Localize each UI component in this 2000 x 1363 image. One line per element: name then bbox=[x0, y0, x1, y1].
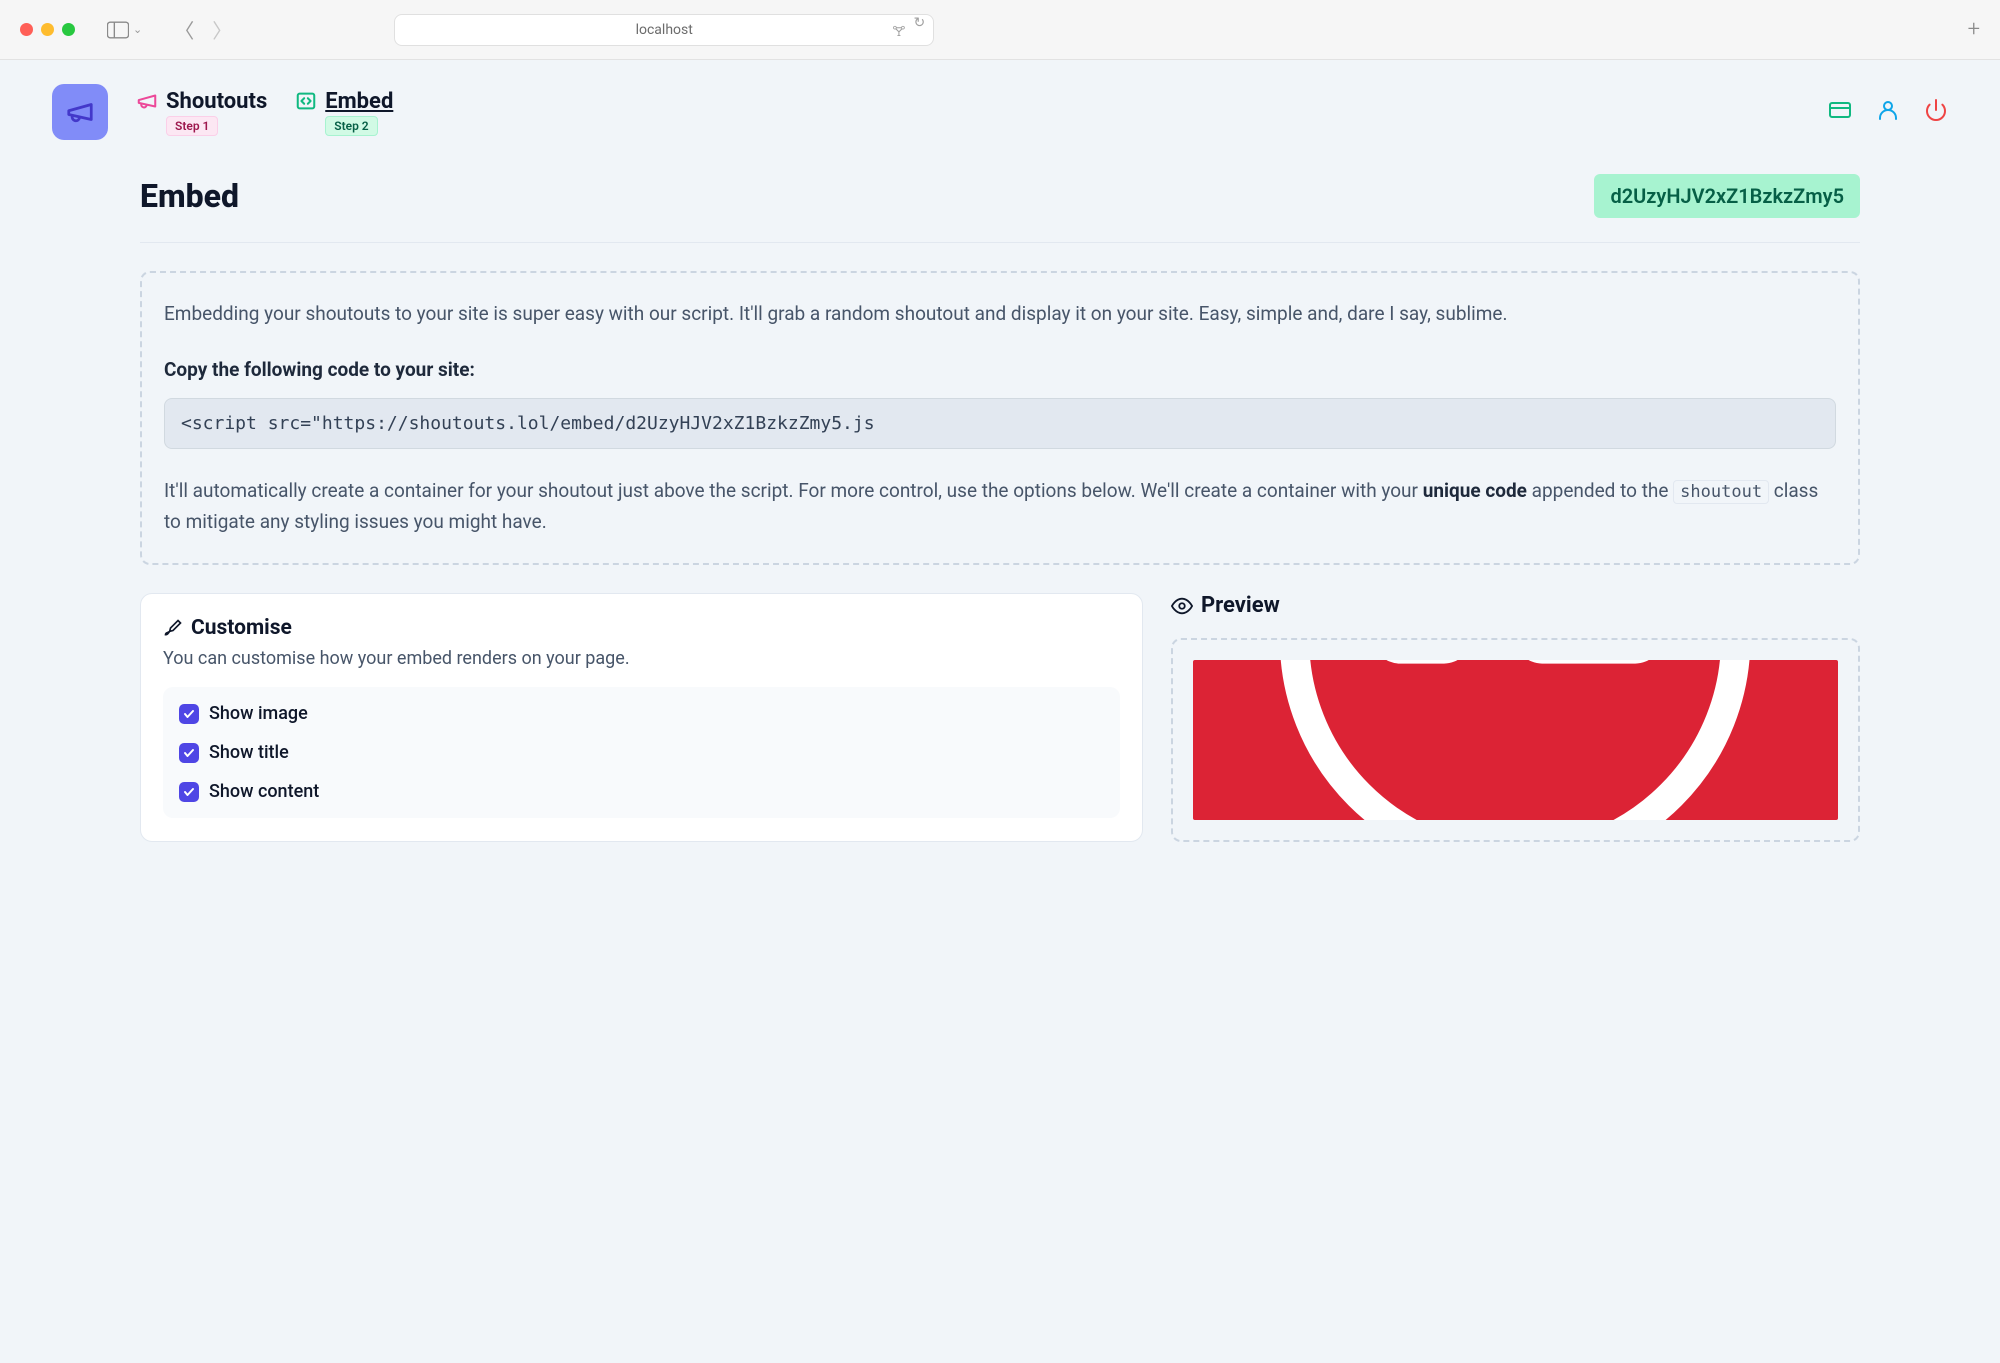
url-bar[interactable]: localhost 🝖 ↻ bbox=[394, 14, 934, 46]
forward-button[interactable]: 〉 bbox=[212, 15, 232, 44]
preview-section: Preview bbox=[1171, 593, 1860, 842]
nav-step-embed[interactable]: Embed Step 2 bbox=[295, 89, 393, 136]
check-label: Show image bbox=[209, 703, 308, 724]
customise-card: Customise You can customise how your emb… bbox=[140, 593, 1143, 842]
customise-subtitle: You can customise how your embed renders… bbox=[163, 648, 1120, 669]
power-icon[interactable] bbox=[1924, 98, 1948, 126]
close-window-icon[interactable] bbox=[20, 23, 33, 36]
sidebar-toggle[interactable]: ⌄ bbox=[107, 21, 142, 39]
paintbrush-icon bbox=[163, 618, 183, 638]
page-header: Embed d2UzyHJV2xZ1BzkzZmy5 bbox=[140, 174, 1860, 243]
checkbox-icon bbox=[179, 743, 199, 763]
nav-step-label: Shoutouts bbox=[166, 89, 267, 114]
page-title: Embed bbox=[140, 177, 239, 215]
checkbox-icon bbox=[179, 782, 199, 802]
preview-image bbox=[1193, 660, 1838, 820]
traffic-lights bbox=[20, 23, 75, 36]
unique-code-pill[interactable]: d2UzyHJV2xZ1BzkzZmy5 bbox=[1594, 174, 1860, 218]
panel-icon bbox=[107, 21, 129, 39]
main-content: Embed d2UzyHJV2xZ1BzkzZmy5 Embedding you… bbox=[0, 164, 2000, 882]
app-logo[interactable] bbox=[52, 84, 108, 140]
new-tab-button[interactable]: + bbox=[1968, 17, 1980, 42]
check-show-title[interactable]: Show title bbox=[179, 742, 1104, 763]
chevron-down-icon: ⌄ bbox=[133, 23, 142, 36]
eye-icon bbox=[1171, 595, 1193, 617]
nav-step-shoutouts[interactable]: Shoutouts Step 1 bbox=[136, 89, 267, 136]
check-label: Show title bbox=[209, 742, 289, 763]
megaphone-icon bbox=[65, 97, 95, 127]
nav-arrows: 〈 〉 bbox=[174, 15, 232, 44]
two-column: Customise You can customise how your emb… bbox=[140, 593, 1860, 842]
code-icon bbox=[295, 90, 317, 112]
browser-chrome: ⌄ 〈 〉 localhost 🝖 ↻ + bbox=[0, 0, 2000, 60]
minimize-window-icon[interactable] bbox=[41, 23, 54, 36]
preview-box bbox=[1171, 638, 1860, 842]
preview-title: Preview bbox=[1171, 593, 1860, 618]
app-topbar: Shoutouts Step 1 Embed Step 2 bbox=[0, 60, 2000, 164]
check-show-content[interactable]: Show content bbox=[179, 781, 1104, 802]
customise-check-list: Show image Show title Show content bbox=[163, 687, 1120, 818]
credit-card-icon[interactable] bbox=[1828, 98, 1852, 126]
info-intro: Embedding your shoutouts to your site is… bbox=[164, 299, 1836, 329]
url-text: localhost bbox=[636, 22, 693, 38]
megaphone-icon bbox=[136, 90, 158, 112]
translate-icon[interactable]: 🝖 bbox=[892, 15, 905, 44]
customise-title: Customise bbox=[163, 616, 1120, 640]
back-button[interactable]: 〈 bbox=[174, 15, 194, 44]
face-icon bbox=[1270, 660, 1760, 820]
info-heading: Copy the following code to your site: bbox=[164, 355, 1836, 385]
step-badge: Step 1 bbox=[166, 116, 218, 136]
check-label: Show content bbox=[209, 781, 319, 802]
refresh-icon[interactable]: ↻ bbox=[913, 15, 925, 44]
user-icon[interactable] bbox=[1876, 98, 1900, 126]
inline-code: shoutout bbox=[1673, 480, 1769, 504]
step-badge: Step 2 bbox=[325, 116, 377, 136]
code-snippet[interactable]: <script src="https://shoutouts.lol/embed… bbox=[164, 398, 1836, 449]
info-post-text: It'll automatically create a container f… bbox=[164, 475, 1836, 538]
check-show-image[interactable]: Show image bbox=[179, 703, 1104, 724]
nav-steps: Shoutouts Step 1 Embed Step 2 bbox=[136, 89, 393, 136]
embed-info-box: Embedding your shoutouts to your site is… bbox=[140, 271, 1860, 565]
checkbox-icon bbox=[179, 704, 199, 724]
topbar-right bbox=[1828, 98, 1948, 126]
nav-step-label: Embed bbox=[325, 89, 393, 114]
fullscreen-window-icon[interactable] bbox=[62, 23, 75, 36]
